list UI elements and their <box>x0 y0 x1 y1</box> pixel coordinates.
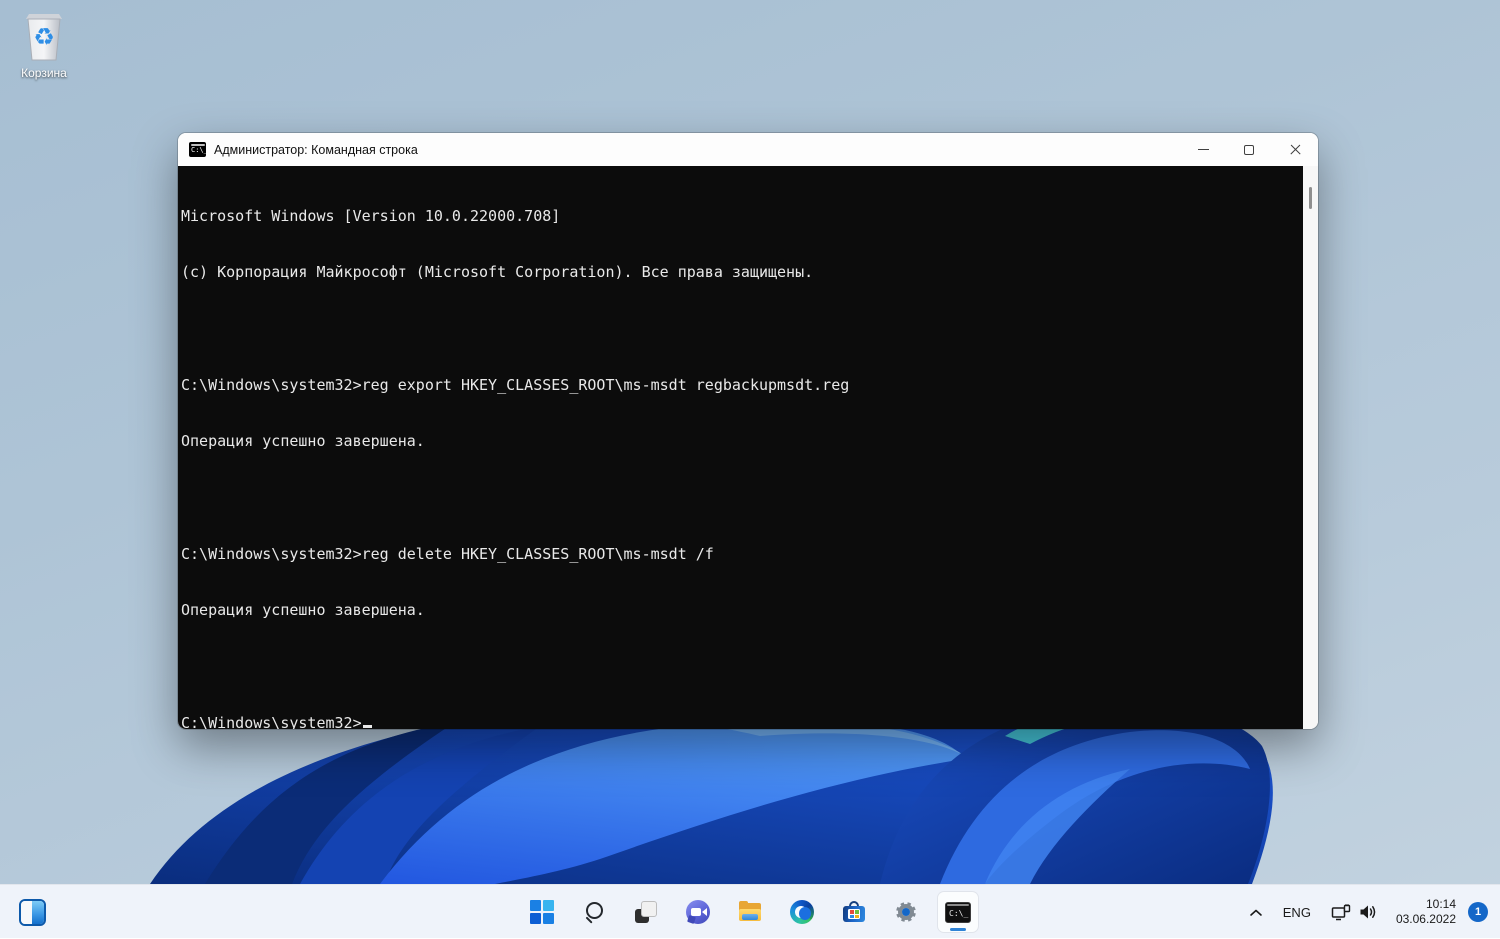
console-output[interactable]: Microsoft Windows [Version 10.0.22000.70… <box>178 166 1303 729</box>
recycle-symbol: ♻ <box>33 23 55 51</box>
console-line: (c) Корпорация Майкрософт (Microsoft Cor… <box>181 263 1303 282</box>
recycle-bin-icon: ♻ <box>18 8 70 64</box>
command-prompt-taskbar-button[interactable]: C:\_ <box>938 892 978 932</box>
console-line: C:\Windows\system32>reg delete HKEY_CLAS… <box>181 545 1303 564</box>
chat-button[interactable] <box>678 892 718 932</box>
window-body: Microsoft Windows [Version 10.0.22000.70… <box>178 166 1318 729</box>
widgets-button[interactable] <box>12 892 52 932</box>
console-line <box>181 489 1303 508</box>
command-prompt-icon: C:\_ <box>945 902 971 923</box>
network-volume-button[interactable] <box>1325 892 1384 932</box>
minimize-icon <box>1198 149 1209 150</box>
microsoft-store-button[interactable] <box>834 892 874 932</box>
taskbar-tray: ENG 10:14 03.06.2022 1 <box>1243 885 1492 939</box>
search-icon <box>582 900 606 924</box>
widgets-icon <box>19 899 46 926</box>
window-titlebar[interactable]: C:\_ Администратор: Командная строка <box>178 133 1318 166</box>
settings-button[interactable] <box>886 892 926 932</box>
taskbar-center: C:\_ <box>522 892 978 932</box>
window-caption-buttons <box>1180 133 1318 166</box>
desktop-icon-label: Корзина <box>21 66 67 80</box>
tray-time: 10:14 <box>1396 897 1456 912</box>
tray-date: 03.06.2022 <box>1396 912 1456 927</box>
active-app-indicator <box>950 928 966 931</box>
console-line: Microsoft Windows [Version 10.0.22000.70… <box>181 207 1303 226</box>
console-line: Операция успешно завершена. <box>181 432 1303 451</box>
close-icon <box>1289 143 1302 156</box>
task-view-icon <box>634 900 658 924</box>
volume-icon <box>1359 904 1378 920</box>
file-explorer-icon <box>738 900 762 924</box>
maximize-button[interactable] <box>1226 133 1272 166</box>
text-cursor <box>363 725 372 729</box>
console-line <box>181 658 1303 677</box>
console-line: Операция успешно завершена. <box>181 601 1303 620</box>
console-line: C:\Windows\system32>reg export HKEY_CLAS… <box>181 376 1303 395</box>
task-view-button[interactable] <box>626 892 666 932</box>
taskbar-left <box>12 892 52 932</box>
maximize-icon <box>1244 145 1254 155</box>
clock-button[interactable]: 10:14 03.06.2022 <box>1388 897 1464 927</box>
start-button[interactable] <box>522 892 562 932</box>
console-prompt-line: C:\Windows\system32> <box>181 714 1303 729</box>
chevron-up-icon <box>1249 908 1263 917</box>
notification-badge[interactable]: 1 <box>1468 902 1488 922</box>
minimize-button[interactable] <box>1180 133 1226 166</box>
taskbar: C:\_ ENG <box>0 884 1500 938</box>
windows-logo-icon <box>530 900 554 924</box>
desktop-icon-recycle-bin[interactable]: ♻ Корзина <box>8 8 80 80</box>
scrollbar-thumb[interactable] <box>1309 187 1312 209</box>
language-indicator[interactable]: ENG <box>1273 892 1321 932</box>
desktop-wallpaper: ♻ Корзина C:\_ Администратор: Командная … <box>0 0 1500 938</box>
edge-browser-icon <box>790 900 814 924</box>
chat-icon <box>686 900 710 924</box>
edge-button[interactable] <box>782 892 822 932</box>
tray-overflow-button[interactable] <box>1243 892 1269 932</box>
settings-gear-icon <box>894 900 918 924</box>
console-prompt: C:\Windows\system32> <box>181 714 362 729</box>
close-button[interactable] <box>1272 133 1318 166</box>
microsoft-store-icon <box>842 900 866 924</box>
console-line <box>181 319 1303 338</box>
search-button[interactable] <box>574 892 614 932</box>
console-scrollbar[interactable] <box>1303 166 1318 729</box>
network-icon <box>1331 904 1351 921</box>
window-title: Администратор: Командная строка <box>214 143 418 157</box>
file-explorer-button[interactable] <box>730 892 770 932</box>
cmd-window-icon: C:\_ <box>189 142 206 157</box>
command-prompt-window: C:\_ Администратор: Командная строка Mic… <box>178 133 1318 729</box>
